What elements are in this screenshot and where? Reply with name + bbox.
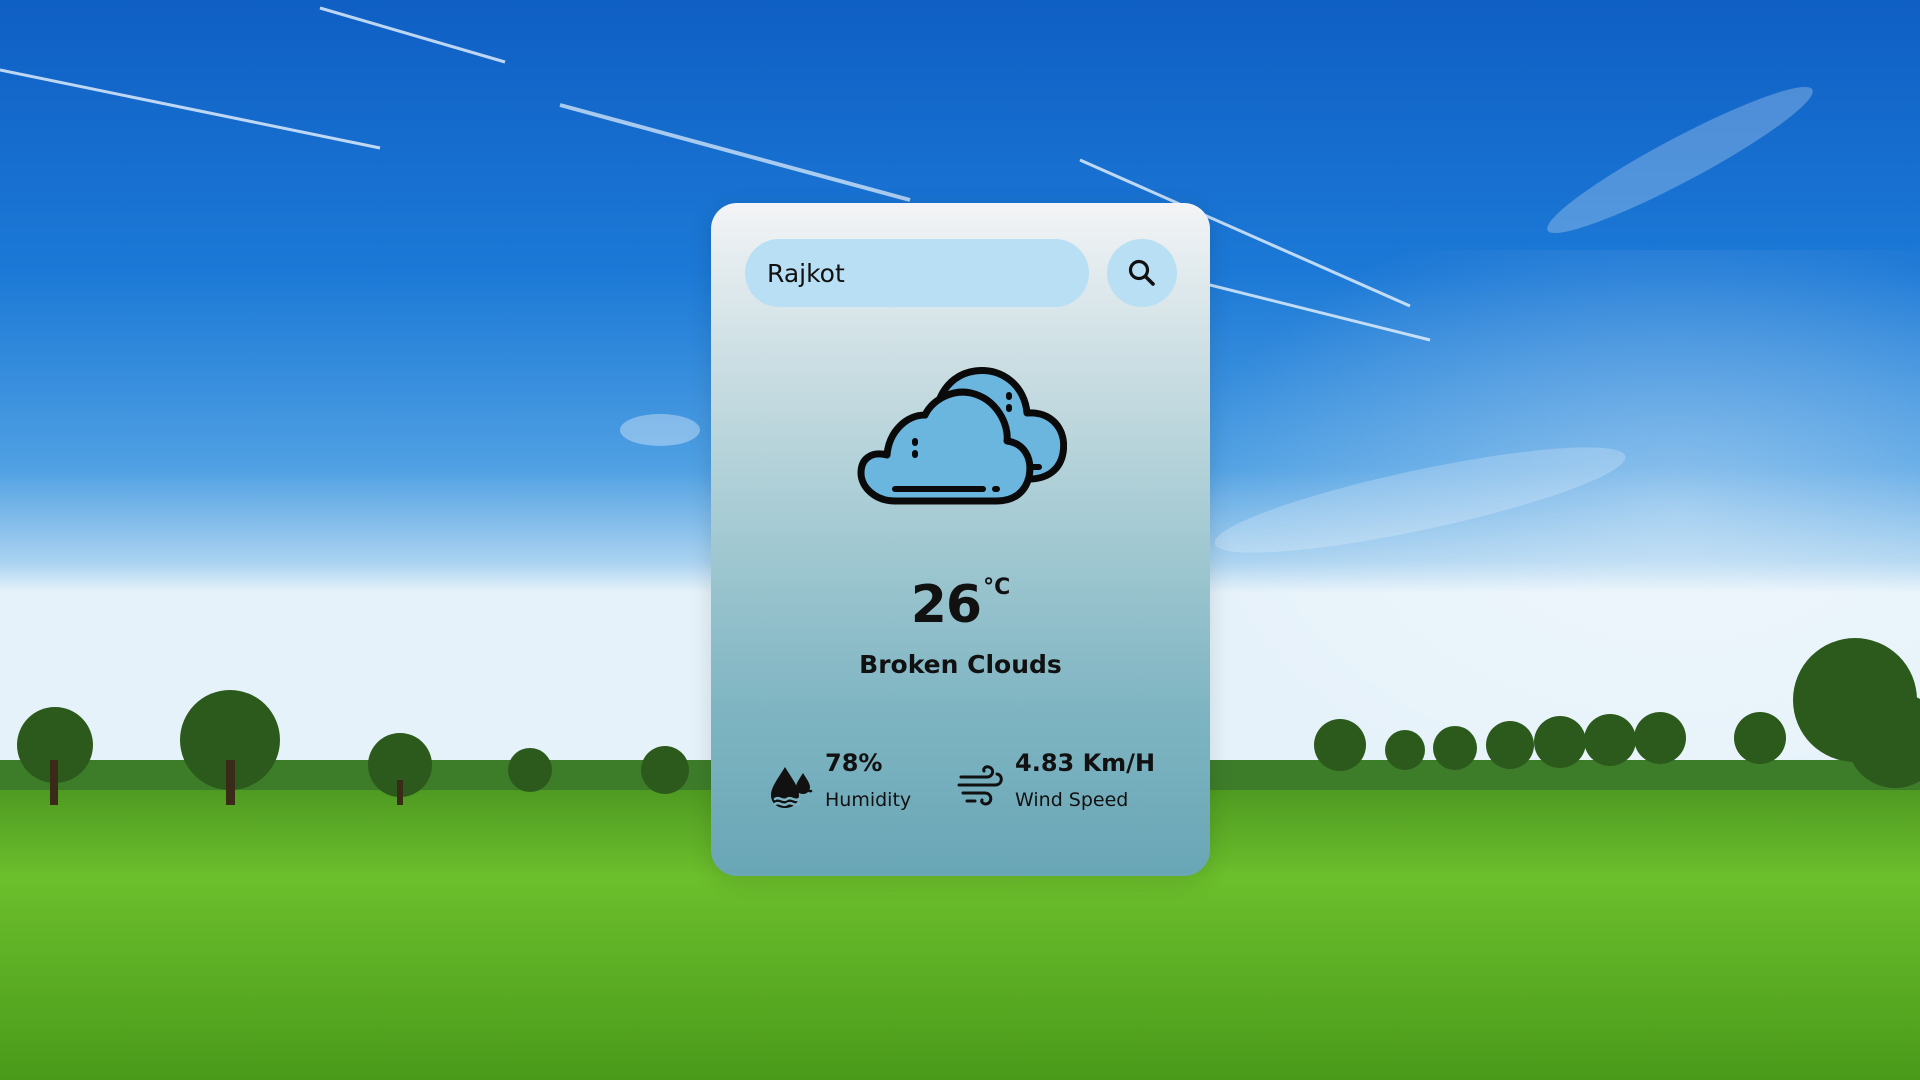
weather-illustration <box>857 367 1068 505</box>
humidity-icon <box>771 767 813 808</box>
city-search-input[interactable] <box>745 239 1089 307</box>
humidity-value: 78% <box>825 749 883 777</box>
search-icon <box>1128 259 1155 286</box>
wind-speed-value: 4.83 Km/H <box>1015 749 1156 777</box>
weather-description: Broken Clouds <box>859 650 1062 679</box>
temperature-unit: °C <box>983 575 1011 600</box>
temperature-display: 26°C <box>711 575 1210 635</box>
search-button[interactable] <box>1107 239 1177 307</box>
broken-clouds-icon <box>857 355 1068 520</box>
search-bar <box>745 239 1177 307</box>
wind-speed-label: Wind Speed <box>1015 789 1129 811</box>
temperature-value: 26 <box>910 575 982 635</box>
wind-icon <box>957 765 1003 806</box>
humidity-label: Humidity <box>825 789 912 811</box>
weather-card: 26°C Broken Clouds 78% Humidity 4.83 Km/… <box>711 203 1210 876</box>
